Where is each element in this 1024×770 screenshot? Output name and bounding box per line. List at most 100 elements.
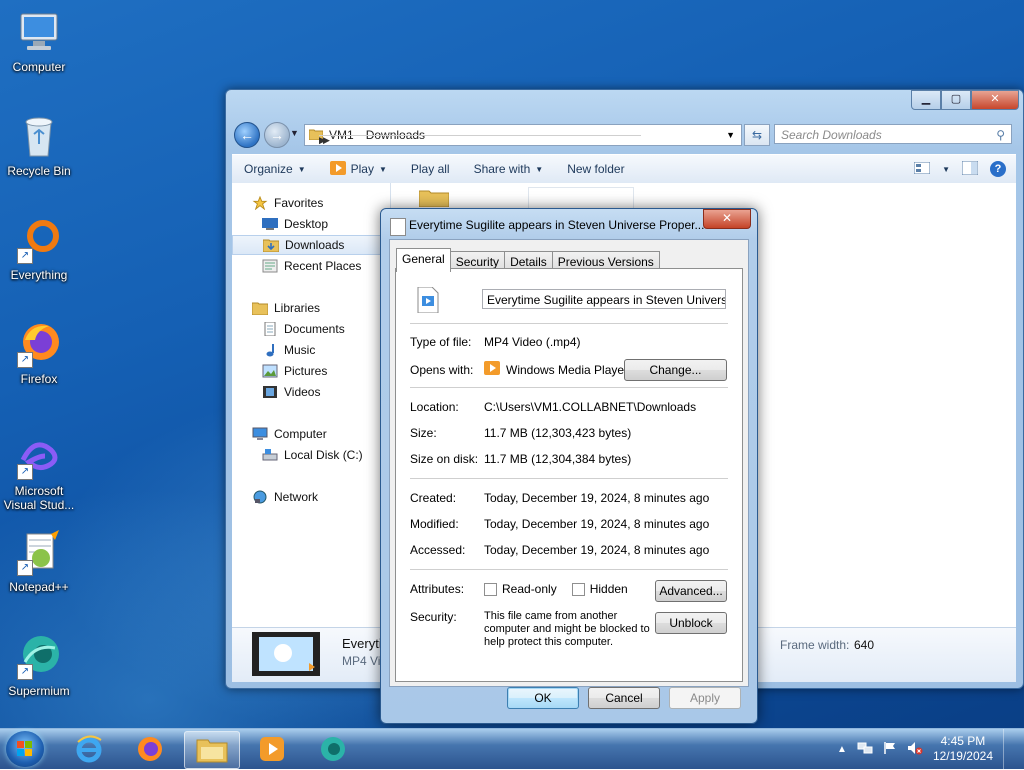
taskbar-internet-explorer[interactable]	[62, 731, 116, 767]
refresh-icon: ⇆	[751, 128, 763, 142]
show-hidden-icons-icon[interactable]: ▲	[837, 744, 847, 755]
action-center-flag-icon[interactable]	[883, 741, 897, 758]
minimize-button[interactable]: ▁	[911, 90, 941, 110]
created-value: Today, December 19, 2024, 8 minutes ago	[484, 491, 710, 505]
clock-date: 12/19/2024	[932, 749, 993, 763]
media-player-icon	[260, 737, 284, 761]
desktop-icon-firefox[interactable]: ↗ Firefox	[0, 320, 78, 386]
apply-button[interactable]: Apply	[669, 687, 741, 709]
navigation-pane: Favorites Desktop Downloads Recent Place…	[232, 183, 391, 627]
accessed-row: Accessed: Today, December 19, 2024, 8 mi…	[410, 543, 709, 557]
chevron-down-icon: ▼	[297, 164, 306, 174]
tab-general[interactable]: General	[396, 248, 451, 272]
address-dropdown-icon[interactable]: ▼	[726, 130, 741, 140]
play-all-button[interactable]: Play all	[399, 162, 462, 176]
ok-button[interactable]: OK	[507, 687, 579, 709]
accessed-label: Accessed:	[410, 543, 466, 557]
file-icon	[390, 218, 406, 236]
size-value: 11.7 MB (12,303,423 bytes)	[484, 426, 632, 440]
nav-item-recent-places[interactable]: Recent Places	[232, 256, 390, 276]
address-bar[interactable]: ▶ VM1 ▶ Downloads ▶ ▼	[304, 124, 742, 146]
video-file-icon	[416, 286, 440, 314]
desktop-icon-computer[interactable]: Computer	[0, 8, 78, 74]
clock[interactable]: 4:45 PM 12/19/2024	[933, 734, 993, 764]
folder-icon[interactable]	[418, 187, 450, 208]
play-button[interactable]: Play ▼	[318, 160, 399, 178]
desktop-icon-label: Everything	[10, 268, 68, 282]
refresh-button[interactable]: ⇆	[744, 124, 770, 146]
volume-muted-icon[interactable]	[907, 741, 923, 758]
change-button[interactable]: Change...	[624, 359, 727, 381]
file-name-input[interactable]: Everytime Sugilite appears in Steven Uni…	[482, 289, 726, 309]
share-with-button[interactable]: Share with ▼	[462, 162, 556, 176]
shortcut-arrow-icon: ↗	[17, 560, 33, 576]
type-label: Type of file:	[410, 335, 472, 349]
show-desktop-button[interactable]	[1003, 729, 1014, 769]
desktop-icon-recycle-bin[interactable]: Recycle Bin	[0, 112, 78, 178]
taskbar-explorer[interactable]	[184, 731, 240, 769]
view-dropdown-icon[interactable]: ▼	[942, 165, 950, 174]
taskbar-supermium[interactable]	[306, 731, 360, 767]
nav-item-favorites[interactable]: Favorites	[232, 193, 390, 213]
media-player-icon	[329, 160, 346, 178]
notepad-plus-plus-icon: ↗	[15, 528, 63, 576]
properties-dialog[interactable]: Everytime Sugilite appears in Steven Uni…	[380, 208, 758, 724]
nav-item-local-disk[interactable]: Local Disk (C:)	[232, 445, 390, 465]
supermium-icon	[321, 737, 345, 761]
desktop-icon-supermium[interactable]: ↗ Supermium	[0, 632, 78, 698]
close-button[interactable]: ✕	[971, 90, 1019, 110]
start-button[interactable]	[6, 731, 44, 767]
search-input[interactable]: Search Downloads ⚲	[774, 124, 1012, 144]
desktop-icon-visual-studio[interactable]: ↗ Microsoft Visual Stud...	[0, 432, 78, 512]
nav-item-videos[interactable]: Videos	[232, 382, 390, 402]
taskbar: ▲ 4:45 PM 12/19/2024	[0, 728, 1024, 769]
advanced-button[interactable]: Advanced...	[655, 580, 727, 602]
nav-item-computer[interactable]: Computer	[232, 424, 390, 444]
cancel-button[interactable]: Cancel	[588, 687, 660, 709]
back-button[interactable]: ←	[234, 122, 260, 148]
network-icon	[252, 490, 268, 504]
preview-pane-icon[interactable]	[961, 160, 979, 178]
new-folder-button[interactable]: New folder	[555, 162, 636, 176]
view-options-icon[interactable]	[913, 161, 931, 177]
breadcrumb-separator-icon[interactable]: ▶	[319, 134, 637, 145]
system-tray: ▲ 4:45 PM 12/19/2024	[837, 729, 1014, 769]
recent-pages-dropdown-icon[interactable]: ▼	[290, 128, 299, 138]
nav-item-pictures[interactable]: Pictures	[232, 361, 390, 381]
desktop-icon-everything[interactable]: ↗ Everything	[0, 216, 78, 282]
shortcut-arrow-icon: ↗	[17, 248, 33, 264]
forward-button[interactable]: →	[264, 122, 290, 148]
windows-logo-icon	[17, 741, 32, 756]
network-status-icon[interactable]	[857, 741, 873, 758]
taskbar-firefox[interactable]	[123, 731, 177, 767]
nav-item-network[interactable]: Network	[232, 487, 390, 507]
unblock-button[interactable]: Unblock	[655, 612, 727, 634]
size-label: Size:	[410, 426, 437, 440]
nav-item-music[interactable]: Music	[232, 340, 390, 360]
nav-item-documents[interactable]: Documents	[232, 319, 390, 339]
desktop-icon-notepad-plus-plus[interactable]: ↗ Notepad++	[0, 528, 78, 594]
nav-item-downloads[interactable]: Downloads	[232, 235, 390, 255]
shortcut-arrow-icon: ↗	[17, 352, 33, 368]
file-thumbnail[interactable]	[528, 187, 634, 208]
everything-icon: ↗	[15, 216, 63, 264]
hidden-checkbox[interactable]	[571, 582, 585, 596]
maximize-button[interactable]: ▢	[941, 90, 971, 110]
forward-arrow-icon: →	[270, 127, 284, 143]
hidden-label[interactable]: Hidden	[590, 582, 628, 596]
separator	[410, 569, 728, 570]
created-label: Created:	[410, 491, 457, 505]
readonly-label[interactable]: Read-only	[502, 582, 557, 596]
location-row: Location: C:\Users\VM1.COLLABNET\Downloa…	[410, 400, 696, 414]
nav-item-libraries[interactable]: Libraries	[232, 298, 390, 318]
visual-studio-icon: ↗	[15, 432, 63, 480]
organize-button[interactable]: Organize ▼	[232, 162, 318, 176]
nav-label: Favorites	[274, 196, 324, 210]
help-icon[interactable]: ?	[990, 161, 1006, 177]
modified-value: Today, December 19, 2024, 8 minutes ago	[484, 517, 710, 531]
nav-item-desktop[interactable]: Desktop	[232, 214, 390, 234]
taskbar-media-player[interactable]	[245, 731, 299, 767]
pictures-icon	[262, 364, 278, 378]
readonly-checkbox[interactable]	[484, 582, 497, 596]
dialog-close-button[interactable]: ✕	[703, 209, 751, 229]
